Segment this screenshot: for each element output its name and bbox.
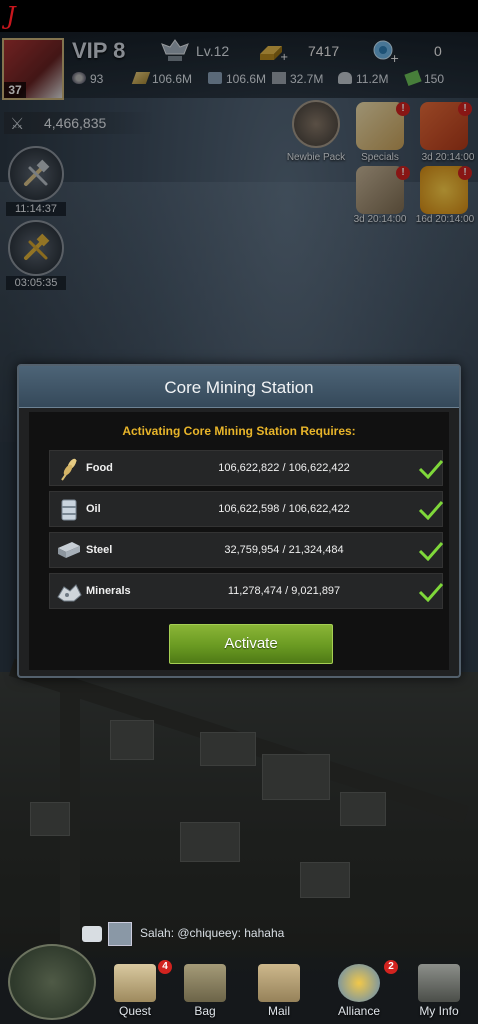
chat-avatar [108, 922, 132, 946]
bottom-nav: 4 Quest Bag Mail 2 Alliance My Info [0, 944, 478, 1024]
quest-badge: 4 [158, 960, 172, 974]
requirement-row-oil: Oil 106,622,598 / 106,622,422 [49, 491, 444, 527]
check-icon [418, 460, 444, 479]
nav-my-info[interactable]: My Info [408, 958, 470, 1020]
requirement-row-minerals: Minerals 11,278,474 / 9,021,897 [49, 573, 444, 609]
nav-bag-label: Bag [194, 1004, 216, 1018]
requirement-amount: 32,759,954 / 21,324,484 [224, 544, 344, 556]
backpack-icon [184, 964, 226, 1002]
alliance-star-icon [338, 964, 380, 1002]
base-button[interactable] [8, 944, 96, 1020]
alliance-badge: 2 [384, 960, 398, 974]
chat-bubble-icon [82, 926, 102, 942]
mail-icon [258, 964, 300, 1002]
status-strip: J [0, 0, 478, 32]
soldier-icon [418, 964, 460, 1002]
check-icon [418, 542, 444, 561]
minerals-icon [57, 584, 82, 602]
nav-mail[interactable]: Mail [248, 958, 310, 1020]
requirement-name: Steel [86, 544, 113, 556]
nav-alliance[interactable]: 2 Alliance [328, 958, 398, 1020]
requirement-name: Minerals [86, 585, 131, 597]
chat-message: Salah: @chiqueey: hahaha [140, 926, 285, 940]
requirement-row-steel: Steel 32,759,954 / 21,324,484 [49, 532, 444, 568]
dialog-body: Activating Core Mining Station Requires:… [29, 412, 449, 670]
core-mining-dialog: Core Mining Station Activating Core Mini… [17, 364, 461, 678]
scroll-icon [114, 964, 156, 1002]
activate-button[interactable]: Activate [169, 624, 333, 664]
steel-beam-icon [58, 542, 80, 558]
oil-barrel-icon [61, 499, 77, 521]
requirement-amount: 106,622,598 / 106,622,422 [218, 503, 350, 515]
corner-mark: J [6, 2, 16, 30]
requirement-name: Food [86, 462, 113, 474]
dialog-header: Core Mining Station [19, 366, 459, 408]
requirement-name: Oil [86, 503, 101, 515]
check-icon [418, 501, 444, 520]
requirements-heading: Activating Core Mining Station Requires: [122, 424, 356, 438]
nav-quest[interactable]: 4 Quest [104, 958, 172, 1020]
wheat-icon [61, 458, 77, 481]
nav-my-info-label: My Info [419, 1004, 459, 1018]
requirement-row-food: Food 106,622,822 / 106,622,422 [49, 450, 444, 486]
nav-quest-label: Quest [118, 1004, 151, 1018]
check-icon [418, 583, 444, 602]
nav-alliance-label: Alliance [337, 1004, 381, 1018]
requirement-amount: 11,278,474 / 9,021,897 [227, 585, 341, 597]
nav-bag[interactable]: Bag [174, 958, 236, 1020]
requirement-amount: 106,622,822 / 106,622,422 [218, 462, 350, 474]
dialog-title: Core Mining Station [164, 378, 314, 397]
nav-mail-label: Mail [267, 1004, 290, 1018]
